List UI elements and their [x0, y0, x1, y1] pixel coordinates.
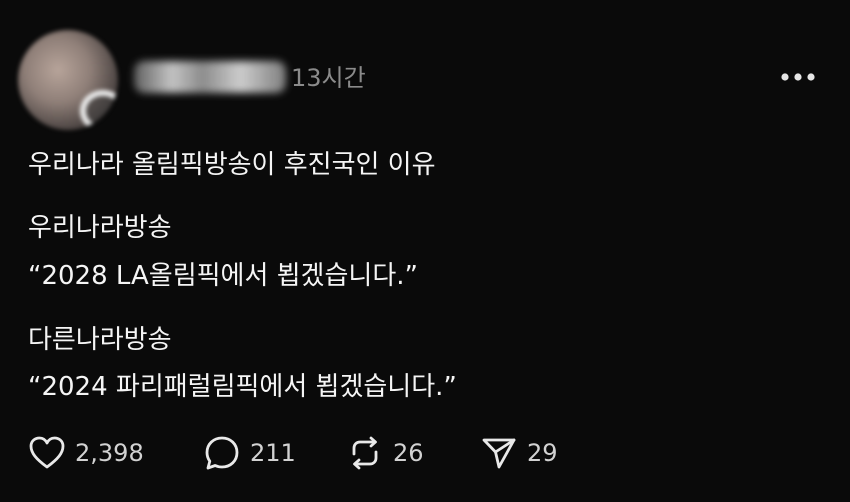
- repost-icon: [346, 434, 384, 472]
- more-options-button[interactable]: [778, 64, 818, 90]
- username-blurred[interactable]: [134, 61, 286, 93]
- share-button[interactable]: 29: [480, 433, 558, 473]
- comment-button[interactable]: 211: [203, 433, 296, 473]
- avatar[interactable]: [18, 30, 118, 130]
- speech-bubble-icon: [203, 434, 241, 472]
- like-button[interactable]: 2,398: [28, 433, 144, 473]
- heart-icon: [28, 434, 66, 472]
- share-count: 29: [527, 439, 558, 467]
- more-horizontal-icon: [781, 73, 815, 81]
- post-text-line: “2028 LA올림픽에서 뵙겠습니다.”: [28, 261, 418, 291]
- post-text-line: 우리나라 올림픽방송이 후진국인 이유: [28, 150, 436, 180]
- send-icon: [480, 434, 518, 472]
- post-time: 13시간: [291, 64, 366, 92]
- like-count: 2,398: [75, 439, 144, 467]
- post-text-line: 우리나라방송: [28, 213, 172, 243]
- post: 13시간 우리나라 올림픽방송이 후진국인 이유 우리나라방송 “2028 LA…: [0, 0, 850, 502]
- repost-count: 26: [393, 439, 424, 467]
- post-text-line: 다른나라방송: [28, 325, 172, 355]
- repost-button[interactable]: 26: [346, 433, 424, 473]
- post-text-line: “2024 파리패럴림픽에서 뵙겠습니다.”: [28, 372, 457, 402]
- comment-count: 211: [250, 439, 296, 467]
